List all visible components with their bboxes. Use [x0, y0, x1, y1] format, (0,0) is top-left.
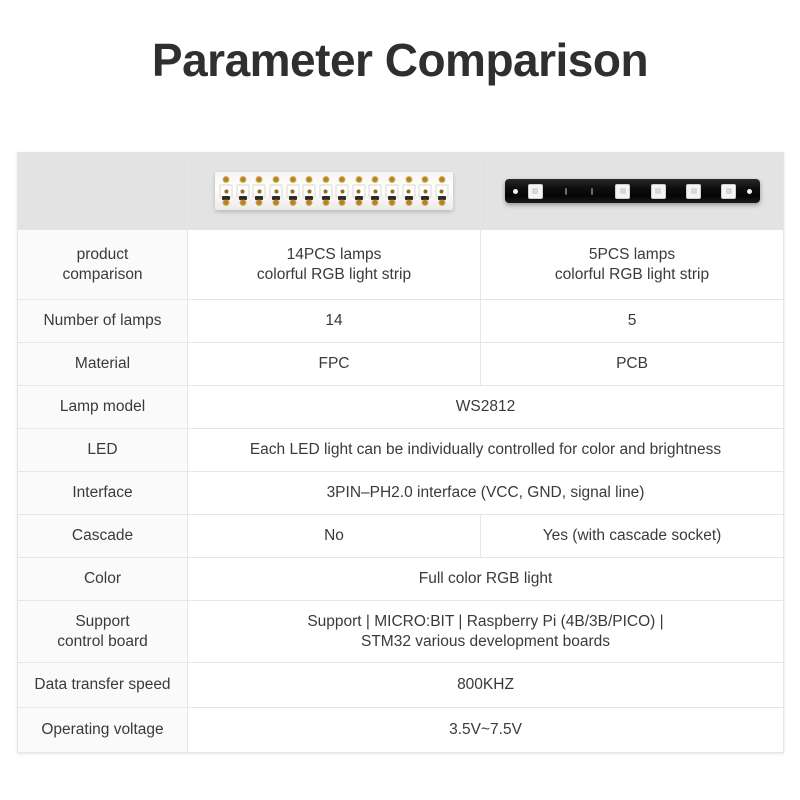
led-module: [615, 183, 631, 199]
row-label-number-of-lamps: Number of lamps: [17, 299, 188, 343]
row-label-product-comparison: product comparison: [17, 229, 188, 300]
flexible-strip-graphic: [215, 172, 453, 210]
row-label-operating-voltage: Operating voltage: [17, 707, 188, 753]
strip-segment: [400, 172, 417, 210]
table-row: Data transfer speed 800KHZ: [17, 662, 784, 708]
strip-segment: [434, 172, 451, 210]
rigid-bar-graphic: [504, 179, 760, 203]
strip-segment: [268, 172, 285, 210]
table-row: Lamp model WS2812: [17, 385, 784, 429]
row-label-material: Material: [17, 342, 188, 386]
led-module: [721, 183, 737, 199]
label-line-1: Support: [75, 612, 130, 630]
strip-segment: [351, 172, 368, 210]
row-value-left: 14PCS lamps colorful RGB light strip: [187, 229, 481, 300]
row-label-color: Color: [17, 557, 188, 601]
value-line-1: Support | MICRO:BIT | Raspberry Pi (4B/3…: [307, 612, 664, 630]
row-value-right: 5: [480, 299, 784, 343]
table-row: Color Full color RGB light: [17, 557, 784, 601]
label-line-1: product: [76, 245, 129, 263]
table-row: Number of lamps 14 5: [17, 299, 784, 343]
row-value-merged: WS2812: [187, 385, 784, 429]
strip-segment: [317, 172, 334, 210]
row-value-merged: 3PIN–PH2.0 interface (VCC, GND, signal l…: [187, 471, 784, 515]
row-label-interface: Interface: [17, 471, 188, 515]
strip-segment: [218, 172, 235, 210]
row-value-left: FPC: [187, 342, 481, 386]
row-value-left: 14: [187, 299, 481, 343]
table-row: Material FPC PCB: [17, 342, 784, 386]
flexible-rgb-led-strip-icon: [194, 153, 474, 229]
value-line-2: colorful RGB light strip: [554, 265, 710, 283]
row-value-left: No: [187, 514, 481, 558]
table-row-product-images: [17, 152, 784, 230]
mounting-hole-icon: [746, 188, 752, 194]
bar-led-group: [518, 179, 747, 203]
strip-segment: [284, 172, 301, 210]
led-module: [650, 183, 666, 199]
strip-segment: [384, 172, 401, 210]
row-label-data-transfer-speed: Data transfer speed: [17, 662, 188, 708]
row-label-lamp-model: Lamp model: [17, 385, 188, 429]
pin-icon: [591, 187, 594, 195]
rigid-black-pcb-led-bar-icon: [487, 153, 777, 229]
table-row: LED Each LED light can be individually c…: [17, 428, 784, 472]
row-value-merged: Each LED light can be individually contr…: [187, 428, 784, 472]
table-row: Support control board Support | MICRO:BI…: [17, 600, 784, 663]
row-label-led: LED: [17, 428, 188, 472]
row-value-merged: 800KHZ: [187, 662, 784, 708]
strip-segment: [367, 172, 384, 210]
table-row: Operating voltage 3.5V~7.5V: [17, 707, 784, 753]
row-value-merged: Support | MICRO:BIT | Raspberry Pi (4B/3…: [187, 600, 784, 663]
row-value-merged: Full color RGB light: [187, 557, 784, 601]
image-row-empty-label-cell: [17, 152, 188, 230]
value-line-1: 5PCS lamps: [588, 245, 676, 263]
row-label-cascade: Cascade: [17, 514, 188, 558]
parameter-comparison-table: product comparison 14PCS lamps colorful …: [17, 152, 784, 753]
strip-segment: [301, 172, 318, 210]
strip-segment: [417, 172, 434, 210]
row-value-right: PCB: [480, 342, 784, 386]
strip-segment: [235, 172, 252, 210]
value-line-2: STM32 various development boards: [361, 632, 610, 650]
value-line-1: 14PCS lamps: [286, 245, 382, 263]
product-image-cell-left: [187, 152, 481, 230]
strip-segment: [334, 172, 351, 210]
label-line-2: comparison: [62, 265, 143, 283]
row-value-merged: 3.5V~7.5V: [187, 707, 784, 753]
strip-segment: [251, 172, 268, 210]
led-module: [686, 183, 702, 199]
row-label-support-control-board: Support control board: [17, 600, 188, 663]
product-image-cell-right: [480, 152, 784, 230]
pin-icon: [564, 187, 567, 195]
label-line-2: control board: [57, 632, 148, 650]
row-value-right: 5PCS lamps colorful RGB light strip: [480, 229, 784, 300]
value-line-2: colorful RGB light strip: [256, 265, 412, 283]
table-row: Cascade No Yes (with cascade socket): [17, 514, 784, 558]
page-title: Parameter Comparison: [151, 34, 649, 86]
table-row: Interface 3PIN–PH2.0 interface (VCC, GND…: [17, 471, 784, 515]
row-value-right: Yes (with cascade socket): [480, 514, 784, 558]
table-row: product comparison 14PCS lamps colorful …: [17, 229, 784, 300]
led-module: [527, 183, 543, 199]
